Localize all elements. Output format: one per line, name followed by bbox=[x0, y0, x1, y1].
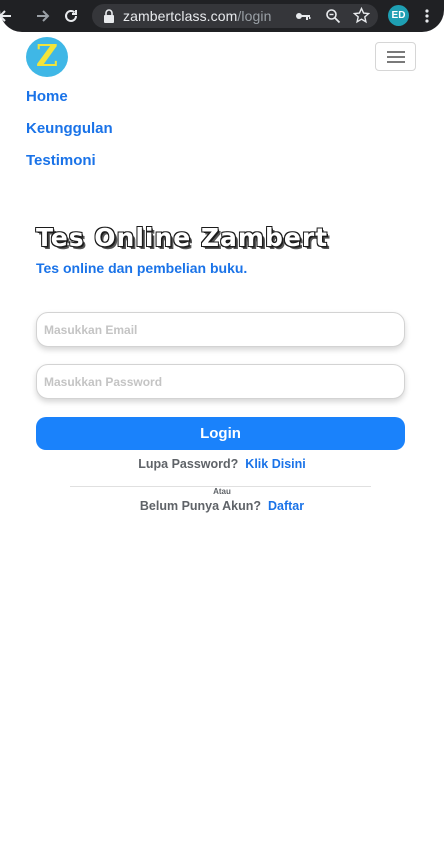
reload-icon[interactable] bbox=[62, 7, 80, 25]
forgot-password-text: Lupa Password? bbox=[138, 457, 239, 471]
navbar-toggle-button[interactable] bbox=[375, 42, 416, 71]
address-bar[interactable]: zambertclass.com/login bbox=[92, 4, 378, 28]
register-row: Belum Punya Akun? Daftar bbox=[0, 499, 444, 513]
more-menu-icon[interactable] bbox=[424, 8, 430, 24]
forward-arrow-icon[interactable] bbox=[34, 7, 52, 25]
register-text: Belum Punya Akun? bbox=[139, 499, 261, 513]
logo-letter: Z bbox=[36, 39, 58, 74]
hamburger-icon bbox=[387, 51, 405, 53]
password-input[interactable] bbox=[36, 364, 405, 399]
register-link[interactable]: Daftar bbox=[268, 499, 304, 513]
email-input[interactable] bbox=[36, 312, 405, 347]
login-button[interactable]: Login bbox=[36, 417, 405, 450]
page-subtitle: Tes online dan pembelian buku. bbox=[36, 260, 248, 276]
forgot-password-row: Lupa Password? Klik Disini bbox=[0, 457, 444, 471]
lock-icon[interactable] bbox=[103, 9, 115, 23]
nav-link-keunggulan[interactable]: Keunggulan bbox=[26, 120, 113, 137]
forgot-password-link[interactable]: Klik Disini bbox=[245, 457, 305, 471]
site-logo[interactable]: Z bbox=[26, 37, 68, 77]
divider-label: Atau bbox=[0, 481, 444, 499]
zoom-icon[interactable] bbox=[325, 8, 341, 24]
page-title: Tes Online Zambert bbox=[36, 223, 329, 252]
nav-link-testimoni[interactable]: Testimoni bbox=[26, 152, 96, 169]
bookmark-star-icon[interactable] bbox=[353, 7, 370, 24]
profile-avatar[interactable]: ED bbox=[388, 5, 409, 26]
url-text[interactable]: zambertclass.com/login bbox=[123, 8, 272, 24]
nav-link-home[interactable]: Home bbox=[26, 88, 68, 105]
back-arrow-icon[interactable] bbox=[0, 7, 14, 25]
browser-toolbar: zambertclass.com/login ED bbox=[0, 0, 444, 32]
key-icon[interactable] bbox=[295, 9, 311, 23]
